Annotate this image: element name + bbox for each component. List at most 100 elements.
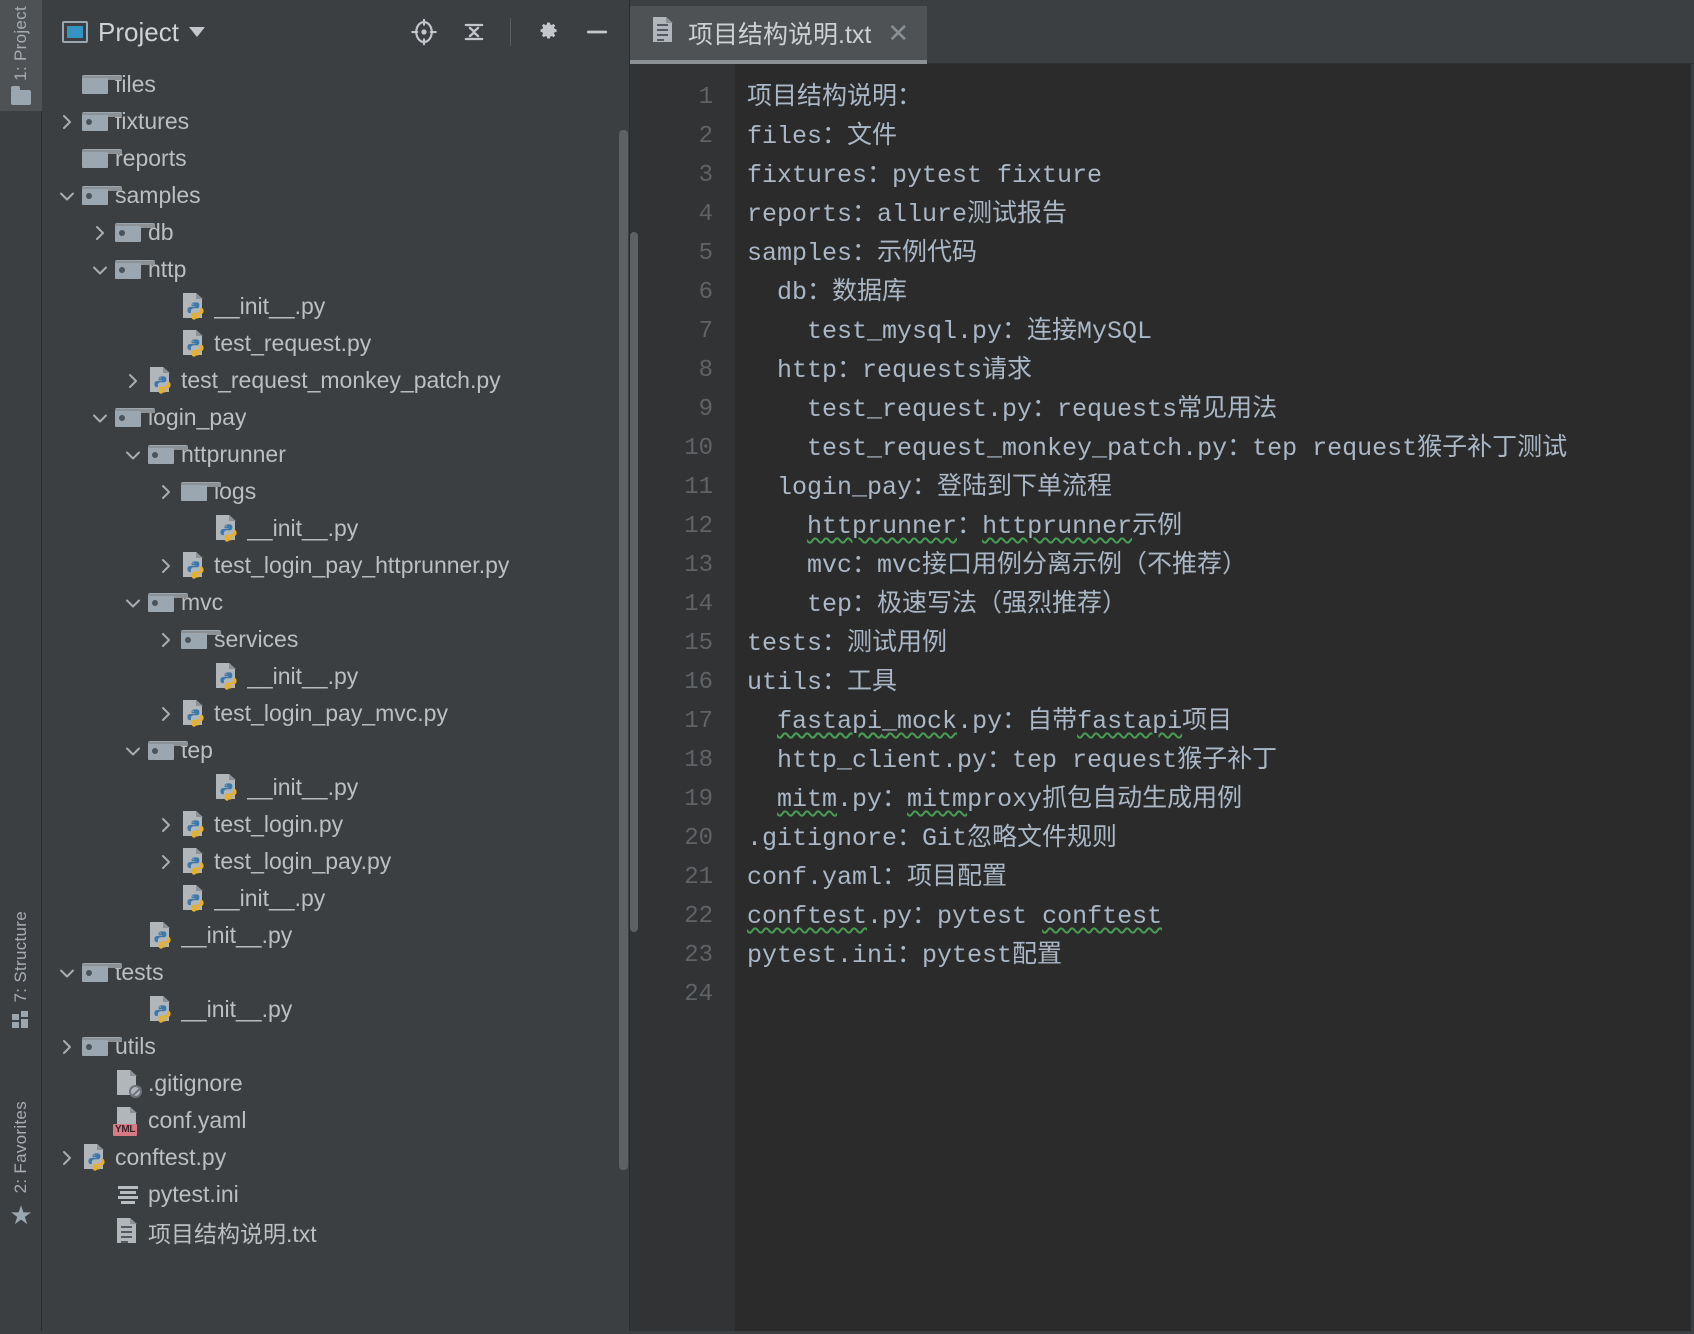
tree-item-icon [146, 593, 188, 612]
tree-item[interactable]: __init__.py [42, 658, 629, 695]
chevron-right-icon[interactable] [54, 1148, 80, 1168]
code-line[interactable]: tests：测试用例 [747, 624, 1694, 663]
chevron-right-icon[interactable] [153, 852, 179, 872]
collapse-all-icon[interactable] [454, 12, 494, 52]
chevron-right-icon[interactable] [87, 223, 113, 243]
code-line[interactable]: test_request.py：requests常见用法 [747, 390, 1694, 429]
chevron-down-icon[interactable] [54, 965, 80, 981]
tree-item[interactable]: mvc [42, 584, 629, 621]
chevron-right-icon[interactable] [153, 815, 179, 835]
code-line[interactable]: httprunner：httprunner示例 [747, 507, 1694, 546]
code-text-area[interactable]: 项目结构说明： files：文件 fixtures：pytest fixture re… [735, 64, 1694, 1334]
code-line[interactable]: conf.yaml：项目配置 [747, 858, 1694, 897]
tree-item[interactable]: __init__.py [42, 510, 629, 547]
code-line[interactable]: db：数据库 [747, 273, 1694, 312]
project-scrollbar[interactable] [619, 130, 628, 1170]
tree-item[interactable]: db [42, 214, 629, 251]
tree-item[interactable]: logs [42, 473, 629, 510]
code-line[interactable]: mvc：mvc接口用例分离示例（不推荐） [747, 546, 1694, 585]
locate-icon[interactable] [404, 12, 444, 52]
tree-item[interactable]: 项目结构说明.txt [42, 1213, 629, 1250]
chevron-down-icon[interactable] [188, 27, 205, 37]
code-line[interactable]: http_client.py：tep request猴子补丁 [747, 741, 1694, 780]
tree-item[interactable]: fixtures [42, 103, 629, 140]
tree-item-icon [179, 552, 209, 579]
tree-item[interactable]: files [42, 66, 629, 103]
python-file-icon [182, 330, 206, 357]
code-line[interactable]: tep：极速写法（强烈推荐） [747, 585, 1694, 624]
tree-item[interactable]: __init__.py [42, 880, 629, 917]
code-line[interactable]: files：文件 [747, 117, 1694, 156]
tree-item[interactable]: reports [42, 140, 629, 177]
code-line[interactable]: fixtures：pytest fixture [747, 156, 1694, 195]
sidebar-item-project[interactable]: 1: Project [0, 0, 42, 111]
tree-item[interactable]: __init__.py [42, 769, 629, 806]
code-line[interactable]: http：requests请求 [747, 351, 1694, 390]
code-line[interactable]: login_pay：登陆到下单流程 [747, 468, 1694, 507]
tree-item[interactable]: test_login_pay_mvc.py [42, 695, 629, 732]
code-line[interactable]: test_request_monkey_patch.py：tep request… [747, 429, 1694, 468]
tree-item-icon [80, 1037, 122, 1056]
chevron-right-icon[interactable] [153, 630, 179, 650]
chevron-down-icon[interactable] [87, 262, 113, 278]
code-line[interactable]: test_mysql.py：连接MySQL [747, 312, 1694, 351]
chevron-down-icon[interactable] [87, 410, 113, 426]
tree-item[interactable]: test_login_pay_httprunner.py [42, 547, 629, 584]
chevron-right-icon[interactable] [54, 1037, 80, 1057]
close-icon[interactable]: ✕ [883, 20, 909, 46]
code-line[interactable]: mitm.py：mitmproxy抓包自动生成用例 [747, 780, 1694, 819]
chevron-down-icon[interactable] [120, 743, 146, 759]
tree-item[interactable]: httprunner [42, 436, 629, 473]
code-line[interactable]: .gitignore：Git忽略文件规则 [747, 819, 1694, 858]
tree-item-icon [113, 1218, 143, 1245]
code-line[interactable] [747, 975, 1694, 1014]
tree-item[interactable]: login_pay [42, 399, 629, 436]
code-line[interactable]: reports：allure测试报告 [747, 195, 1694, 234]
tree-item[interactable]: conftest.py [42, 1139, 629, 1176]
tree-item-label: test_login.py [214, 811, 344, 837]
tree-item[interactable]: utils [42, 1028, 629, 1065]
tree-item[interactable]: test_login_pay.py [42, 843, 629, 880]
code-line[interactable]: utils：工具 [747, 663, 1694, 702]
sidebar-item-favorites[interactable]: 2: Favorites ★ [0, 1095, 42, 1234]
tree-item-icon [80, 149, 122, 168]
code-line[interactable]: fastapi_mock.py：自带fastapi项目 [747, 702, 1694, 741]
tree-item[interactable]: __init__.py [42, 991, 629, 1028]
tree-item[interactable]: tep [42, 732, 629, 769]
line-number: 2 [698, 123, 713, 150]
editor-tab[interactable]: 项目结构说明.txt ✕ [630, 6, 928, 64]
chevron-right-icon[interactable] [153, 482, 179, 502]
tree-item[interactable]: __init__.py [42, 917, 629, 954]
chevron-right-icon[interactable] [153, 704, 179, 724]
code-line[interactable]: conftest.py：pytest conftest [747, 897, 1694, 936]
tree-item[interactable]: YML conf.yaml [42, 1102, 629, 1139]
tree-item[interactable]: http [42, 251, 629, 288]
tree-item[interactable]: __init__.py [42, 288, 629, 325]
chevron-down-icon[interactable] [120, 595, 146, 611]
line-number: 19 [684, 786, 713, 813]
code-line[interactable]: samples：示例代码 [747, 234, 1694, 273]
chevron-down-icon[interactable] [54, 188, 80, 204]
editor-scrollbar[interactable] [630, 232, 638, 932]
code-line[interactable]: 项目结构说明： [747, 78, 1694, 117]
tree-item[interactable]: pytest.ini [42, 1176, 629, 1213]
chevron-right-icon[interactable] [153, 556, 179, 576]
tree-item[interactable]: test_request.py [42, 325, 629, 362]
chevron-down-icon[interactable] [120, 447, 146, 463]
settings-gear-icon[interactable] [527, 12, 567, 52]
tree-item[interactable]: samples [42, 177, 629, 214]
tree-item-label: test_request.py [214, 330, 372, 356]
tree-item[interactable]: tests [42, 954, 629, 991]
chevron-right-icon[interactable] [54, 112, 80, 132]
sidebar-item-structure[interactable]: 7: Structure [0, 905, 42, 1033]
tree-item[interactable]: .gitignore [42, 1065, 629, 1102]
tree-item[interactable]: services [42, 621, 629, 658]
tree-item-label: httprunner [181, 441, 286, 467]
line-number-gutter: 1 2 3 4 5 6 7 8 9 10 11 12 13 14 15 16 17 18 19 20 21 22 23 24 [630, 64, 735, 1334]
hide-icon[interactable] [577, 12, 617, 52]
project-file-tree[interactable]: files fixtures reports samples db http __init_… [42, 64, 629, 1334]
tree-item[interactable]: test_login.py [42, 806, 629, 843]
chevron-right-icon[interactable] [120, 371, 146, 391]
tree-item[interactable]: test_request_monkey_patch.py [42, 362, 629, 399]
code-line[interactable]: pytest.ini：pytest配置 [747, 936, 1694, 975]
